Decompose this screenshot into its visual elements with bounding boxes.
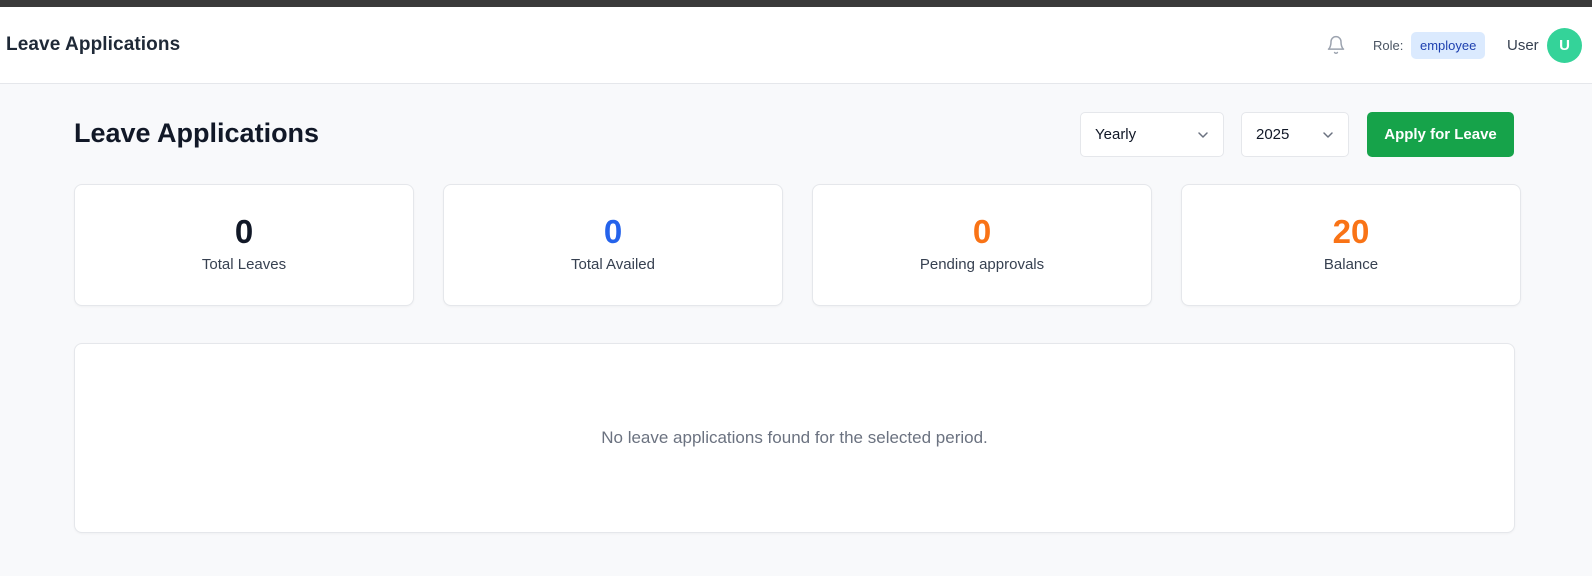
period-select-value: Yearly: [1095, 126, 1137, 143]
chevron-down-icon: [1197, 129, 1209, 141]
role-badge: employee: [1411, 32, 1486, 59]
avatar[interactable]: U: [1547, 28, 1582, 63]
role-label: Role:: [1373, 38, 1404, 53]
stat-value: 20: [1332, 213, 1370, 250]
empty-state-message: No leave applications found for the sele…: [601, 428, 988, 447]
stat-label: Balance: [1323, 255, 1379, 273]
bell-icon[interactable]: [1325, 33, 1347, 57]
apply-for-leave-button[interactable]: Apply for Leave: [1367, 112, 1514, 157]
period-select[interactable]: Yearly: [1080, 112, 1224, 157]
stat-label: Pending approvals: [919, 255, 1045, 273]
user-name: User: [1507, 37, 1539, 54]
stat-card-total-leaves: 0 Total Leaves: [74, 184, 414, 306]
leave-applications-panel: No leave applications found for the sele…: [74, 343, 1515, 533]
stat-value: 0: [972, 213, 992, 250]
app-title: Leave Applications: [6, 34, 181, 55]
stat-label: Total Leaves: [201, 255, 287, 273]
stat-value: 0: [603, 213, 623, 250]
year-select[interactable]: 2025: [1241, 112, 1349, 157]
stat-card-pending-approvals: 0 Pending approvals: [812, 184, 1152, 306]
stat-card-balance: 20 Balance: [1181, 184, 1521, 306]
year-select-value: 2025: [1256, 126, 1290, 143]
top-navbar: Leave Applications Role: employee User U: [0, 7, 1592, 84]
stat-label: Total Availed: [571, 255, 655, 273]
window-top-strip: [0, 0, 1592, 7]
stat-card-total-availed: 0 Total Availed: [443, 184, 783, 306]
stat-value: 0: [234, 213, 254, 250]
page-title: Leave Applications: [74, 118, 320, 148]
chevron-down-icon: [1322, 129, 1334, 141]
